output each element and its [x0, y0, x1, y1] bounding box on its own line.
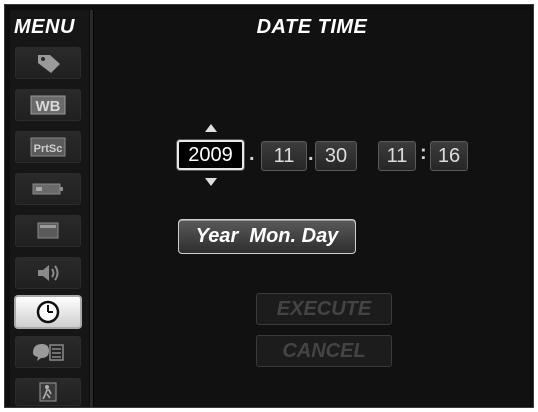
month-field[interactable]: 11 [261, 141, 307, 171]
year-field[interactable]: 2009 [177, 140, 244, 170]
sidebar-item-wb[interactable]: WB [15, 89, 81, 121]
time-separator: : [420, 142, 427, 164]
sidebar-item-language[interactable] [15, 336, 81, 368]
sidebar-item-prtsc-label: PrtSc [34, 143, 63, 155]
clock-icon [36, 300, 60, 324]
decrement-arrow-icon[interactable] [205, 178, 217, 186]
sidebar-item-display[interactable] [15, 215, 81, 247]
day-field[interactable]: 30 [315, 141, 357, 171]
increment-arrow-icon[interactable] [205, 124, 217, 132]
execute-button[interactable]: EXECUTE [256, 293, 392, 325]
hour-field[interactable]: 11 [378, 141, 416, 171]
date-separator-2: . [308, 143, 314, 165]
tag-icon [38, 55, 60, 73]
wb-icon: WB [30, 95, 66, 115]
cancel-button[interactable]: CANCEL [256, 335, 392, 367]
exit-icon [39, 382, 57, 402]
print-screen-icon: PrtSc [30, 137, 66, 157]
battery-icon [32, 183, 63, 195]
sidebar-item-exit[interactable] [15, 378, 81, 406]
date-format-button[interactable]: Year Mon. Day [178, 219, 356, 254]
minute-field[interactable]: 16 [430, 141, 468, 171]
menu-title: MENU [14, 16, 75, 38]
page-title: DATE TIME [256, 16, 368, 38]
speaker-icon [38, 265, 59, 281]
date-separator-1: . [249, 143, 255, 165]
sidebar-item-prtsc[interactable]: PrtSc [15, 131, 81, 163]
language-icon [33, 344, 64, 361]
sidebar-item-sound[interactable] [15, 257, 81, 289]
sidebar-item-clock[interactable] [14, 295, 82, 329]
sidebar-item-wb-label: WB [36, 98, 61, 115]
display-icon [37, 222, 59, 239]
sidebar-item-battery[interactable] [15, 173, 81, 205]
sidebar-item-tag[interactable] [15, 47, 81, 79]
date-format-label: Year Mon. Day [195, 225, 339, 247]
